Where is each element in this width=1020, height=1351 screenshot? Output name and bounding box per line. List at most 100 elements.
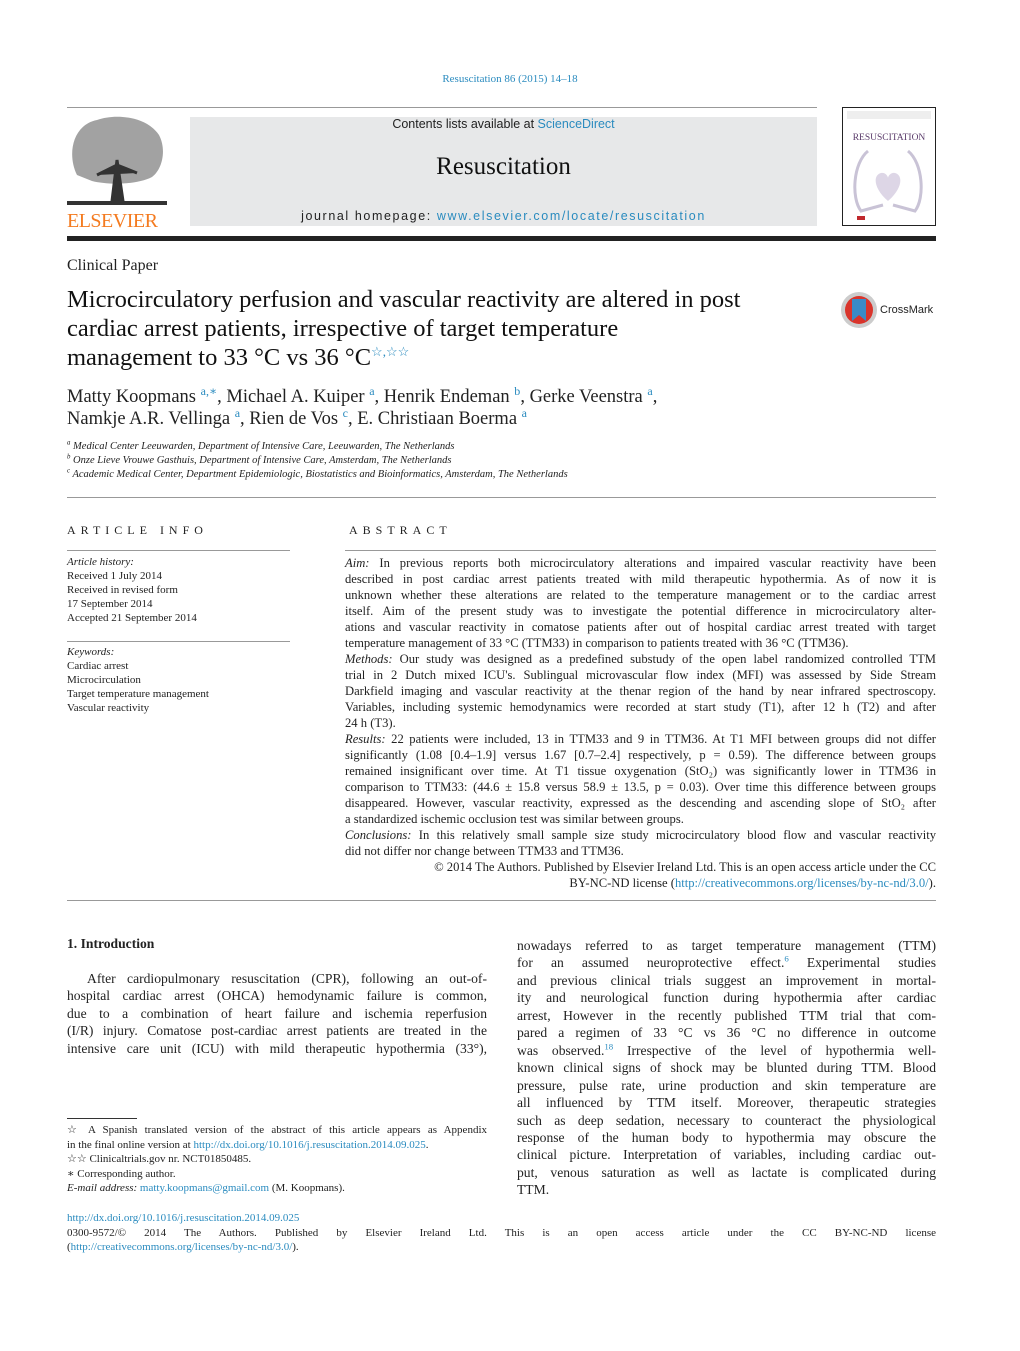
- link[interactable]: ∗: [209, 384, 217, 398]
- text-line: pared a regimen of 33 °C vs 36 °C no dif…: [517, 1024, 936, 1041]
- text-segment: did not differ nor change between TTM33 …: [345, 844, 624, 858]
- text-line: 0300-9572/© 2014 The Authors. Published …: [67, 1226, 936, 1241]
- divider: [67, 107, 817, 108]
- text-line: Received 1 July 2014: [67, 569, 197, 583]
- link[interactable]: a: [522, 406, 527, 420]
- text-segment: ☆: [67, 1124, 88, 1136]
- text-line: Conclusions: In this relatively small sa…: [345, 827, 936, 843]
- footnotes: ☆ A Spanish translated version of the ab…: [67, 1123, 487, 1196]
- text-segment: Namkje A.R. Vellinga: [67, 409, 235, 429]
- crossmark-button[interactable]: CrossMark: [840, 291, 933, 329]
- text-segment: Target temperature management: [67, 688, 209, 700]
- text-line: 17 September 2014: [67, 597, 197, 611]
- text-segment: itself. Aim of the present study was to …: [345, 604, 936, 618]
- link[interactable]: http://dx.doi.org/10.1016/j.resuscitatio…: [193, 1139, 425, 1151]
- text-segment: remained insignificant over time. At T1 …: [345, 764, 936, 778]
- text-line: c Academic Medical Center, Department Ep…: [67, 468, 568, 482]
- text-line: did not differ nor change between TTM33 …: [345, 843, 936, 859]
- text-segment: TTM.: [517, 1182, 550, 1198]
- text-segment: arrest, However in the recently publishe…: [517, 1007, 936, 1023]
- journal-reference-link[interactable]: Resuscitation 86 (2015) 14–18: [0, 73, 1020, 85]
- cover-lungs-heart-icon: [853, 149, 923, 220]
- text-segment: Medical Center Leeuwarden, Department of…: [70, 441, 455, 452]
- text-line: b Onze Lieve Vrouwe Gasthuis, Department…: [67, 454, 568, 468]
- text-segment: 22 patients were included, 13 in TTM33 a…: [385, 732, 936, 746]
- divider: [345, 550, 936, 551]
- text-segment: Keywords:: [67, 646, 115, 658]
- text-segment: unknown whether these alterations are re…: [345, 588, 936, 602]
- title-line: cardiac arrest patients, irrespective of…: [67, 315, 619, 342]
- title-footnote-marks[interactable]: ☆,☆☆: [371, 344, 409, 359]
- homepage-link[interactable]: www.elsevier.com/locate/resuscitation: [437, 209, 706, 223]
- article-info-heading: ARTICLE INFO: [67, 523, 208, 537]
- link[interactable]: http://creativecommons.org/licenses/by-n…: [71, 1241, 293, 1253]
- text-segment: Our study was designed as a predefined s…: [392, 652, 936, 666]
- text-segment: such as deep sedation, necessary to coun…: [517, 1112, 936, 1128]
- link[interactable]: http://dx.doi.org/10.1016/j.resuscitatio…: [67, 1212, 299, 1224]
- text-segment: After cardiopulmonary resuscitation (CPR…: [87, 971, 487, 986]
- text-line: BY-NC-ND license (http://creativecommons…: [345, 875, 936, 891]
- text-line: known clinical signs of shock may be blu…: [517, 1059, 936, 1076]
- elsevier-logo: ELSEVIER: [67, 115, 167, 232]
- text-segment: a standardized ischemic occlusion test w…: [345, 812, 684, 826]
- text-segment: , Henrik Endeman: [374, 387, 515, 407]
- divider: [67, 550, 290, 551]
- text-line: Darkfield imaging and vascular reactivit…: [345, 683, 936, 699]
- text-line: clinical picture. Interpretation of vari…: [517, 1146, 936, 1163]
- text-line: Target temperature management: [67, 687, 209, 701]
- text-line: significantly (1.08 [0.4–1.9] versus 1.6…: [345, 747, 936, 763]
- text-line: was observed.18 Irrespective of the leve…: [517, 1042, 936, 1059]
- elsevier-tree-icon: [67, 115, 167, 207]
- text-segment: ations and vascular reactivity in comato…: [345, 620, 936, 634]
- text-segment: ity and neurological function during hyp…: [517, 990, 936, 1006]
- text-line: ations and vascular reactivity in comato…: [345, 619, 936, 635]
- link[interactable]: 18: [604, 1041, 613, 1051]
- text-line: ☆☆ Clinicaltrials.gov nr. NCT01850485.: [67, 1152, 487, 1167]
- keywords: Keywords: Cardiac arrest Microcirculation T…: [67, 645, 209, 715]
- text-line: and previous clinical trials suggest an …: [517, 972, 936, 989]
- text-segment: ).: [928, 876, 936, 890]
- sciencedirect-link[interactable]: ScienceDirect: [538, 117, 615, 131]
- text-segment: for an assumed neuroprotective effect.: [517, 955, 785, 971]
- text-line: pressure, pulse rate, urine production a…: [517, 1077, 936, 1094]
- text-line: a Medical Center Leeuwarden, Department …: [67, 440, 568, 454]
- intro-column-1: After cardiopulmonary resuscitation (CPR…: [67, 970, 487, 1057]
- text-segment: intensive care unit (ICU) with mild ther…: [67, 1040, 487, 1056]
- text-segment: Aim:: [345, 556, 370, 570]
- text-line: ∗ Corresponding author.: [67, 1167, 487, 1182]
- link[interactable]: http://creativecommons.org/licenses/by-n…: [675, 876, 929, 890]
- text-line: After cardiopulmonary resuscitation (CPR…: [67, 970, 487, 987]
- divider: [67, 900, 936, 901]
- text-line: E-mail address: matty.koopmans@gmail.com…: [67, 1181, 487, 1196]
- text-segment: 17 September 2014: [67, 598, 153, 610]
- abstract-body: Aim: In previous reports both microcircu…: [345, 555, 936, 891]
- divider: [67, 497, 936, 498]
- text-segment: Methods:: [345, 652, 393, 666]
- text-segment: ).: [292, 1241, 299, 1253]
- crossmark-label: CrossMark: [880, 304, 934, 316]
- text-line: Accepted 21 September 2014: [67, 611, 197, 625]
- text-segment: nowadays referred to as target temperatu…: [517, 938, 936, 953]
- article-history: Article history: Received 1 July 2014 Rece…: [67, 555, 197, 625]
- text-segment: Darkfield imaging and vascular reactivit…: [345, 684, 936, 698]
- text-segment: ,: [652, 387, 658, 407]
- link[interactable]: matty.koopmans@gmail.com: [140, 1182, 269, 1194]
- text-segment: A Spanish translated version of the abst…: [87, 1124, 487, 1136]
- text-line: Cardiac arrest: [67, 659, 209, 673]
- text-segment: described in post cardiac arrest patient…: [345, 572, 936, 586]
- link[interactable]: a,: [201, 384, 209, 398]
- text-line: disappeared. However, vascular reactivit…: [345, 795, 936, 811]
- text-line: Article history:: [67, 555, 197, 569]
- journal-title: Resuscitation: [436, 153, 571, 180]
- text-segment: known clinical signs of shock may be blu…: [517, 1060, 936, 1076]
- text-segment: Accepted 21 September 2014: [67, 612, 197, 624]
- text-segment: in the final online version at: [67, 1138, 194, 1151]
- text-line: put, venous saturation as well as lactat…: [517, 1164, 936, 1181]
- text-line: Variables, including systemic hemodynami…: [345, 699, 936, 715]
- text-segment: (I/R) injury. Comatose post-cardiac arre…: [67, 1023, 487, 1039]
- text-line: Methods: Our study was designed as a pre…: [345, 651, 936, 667]
- text-segment: In this relatively small sample size stu…: [411, 828, 936, 842]
- text-segment: response of the human body to hypothermi…: [517, 1129, 936, 1145]
- text-segment: 0300-9572/© 2014 The Authors. Published …: [67, 1226, 936, 1239]
- text-line: unknown whether these alterations are re…: [345, 587, 936, 603]
